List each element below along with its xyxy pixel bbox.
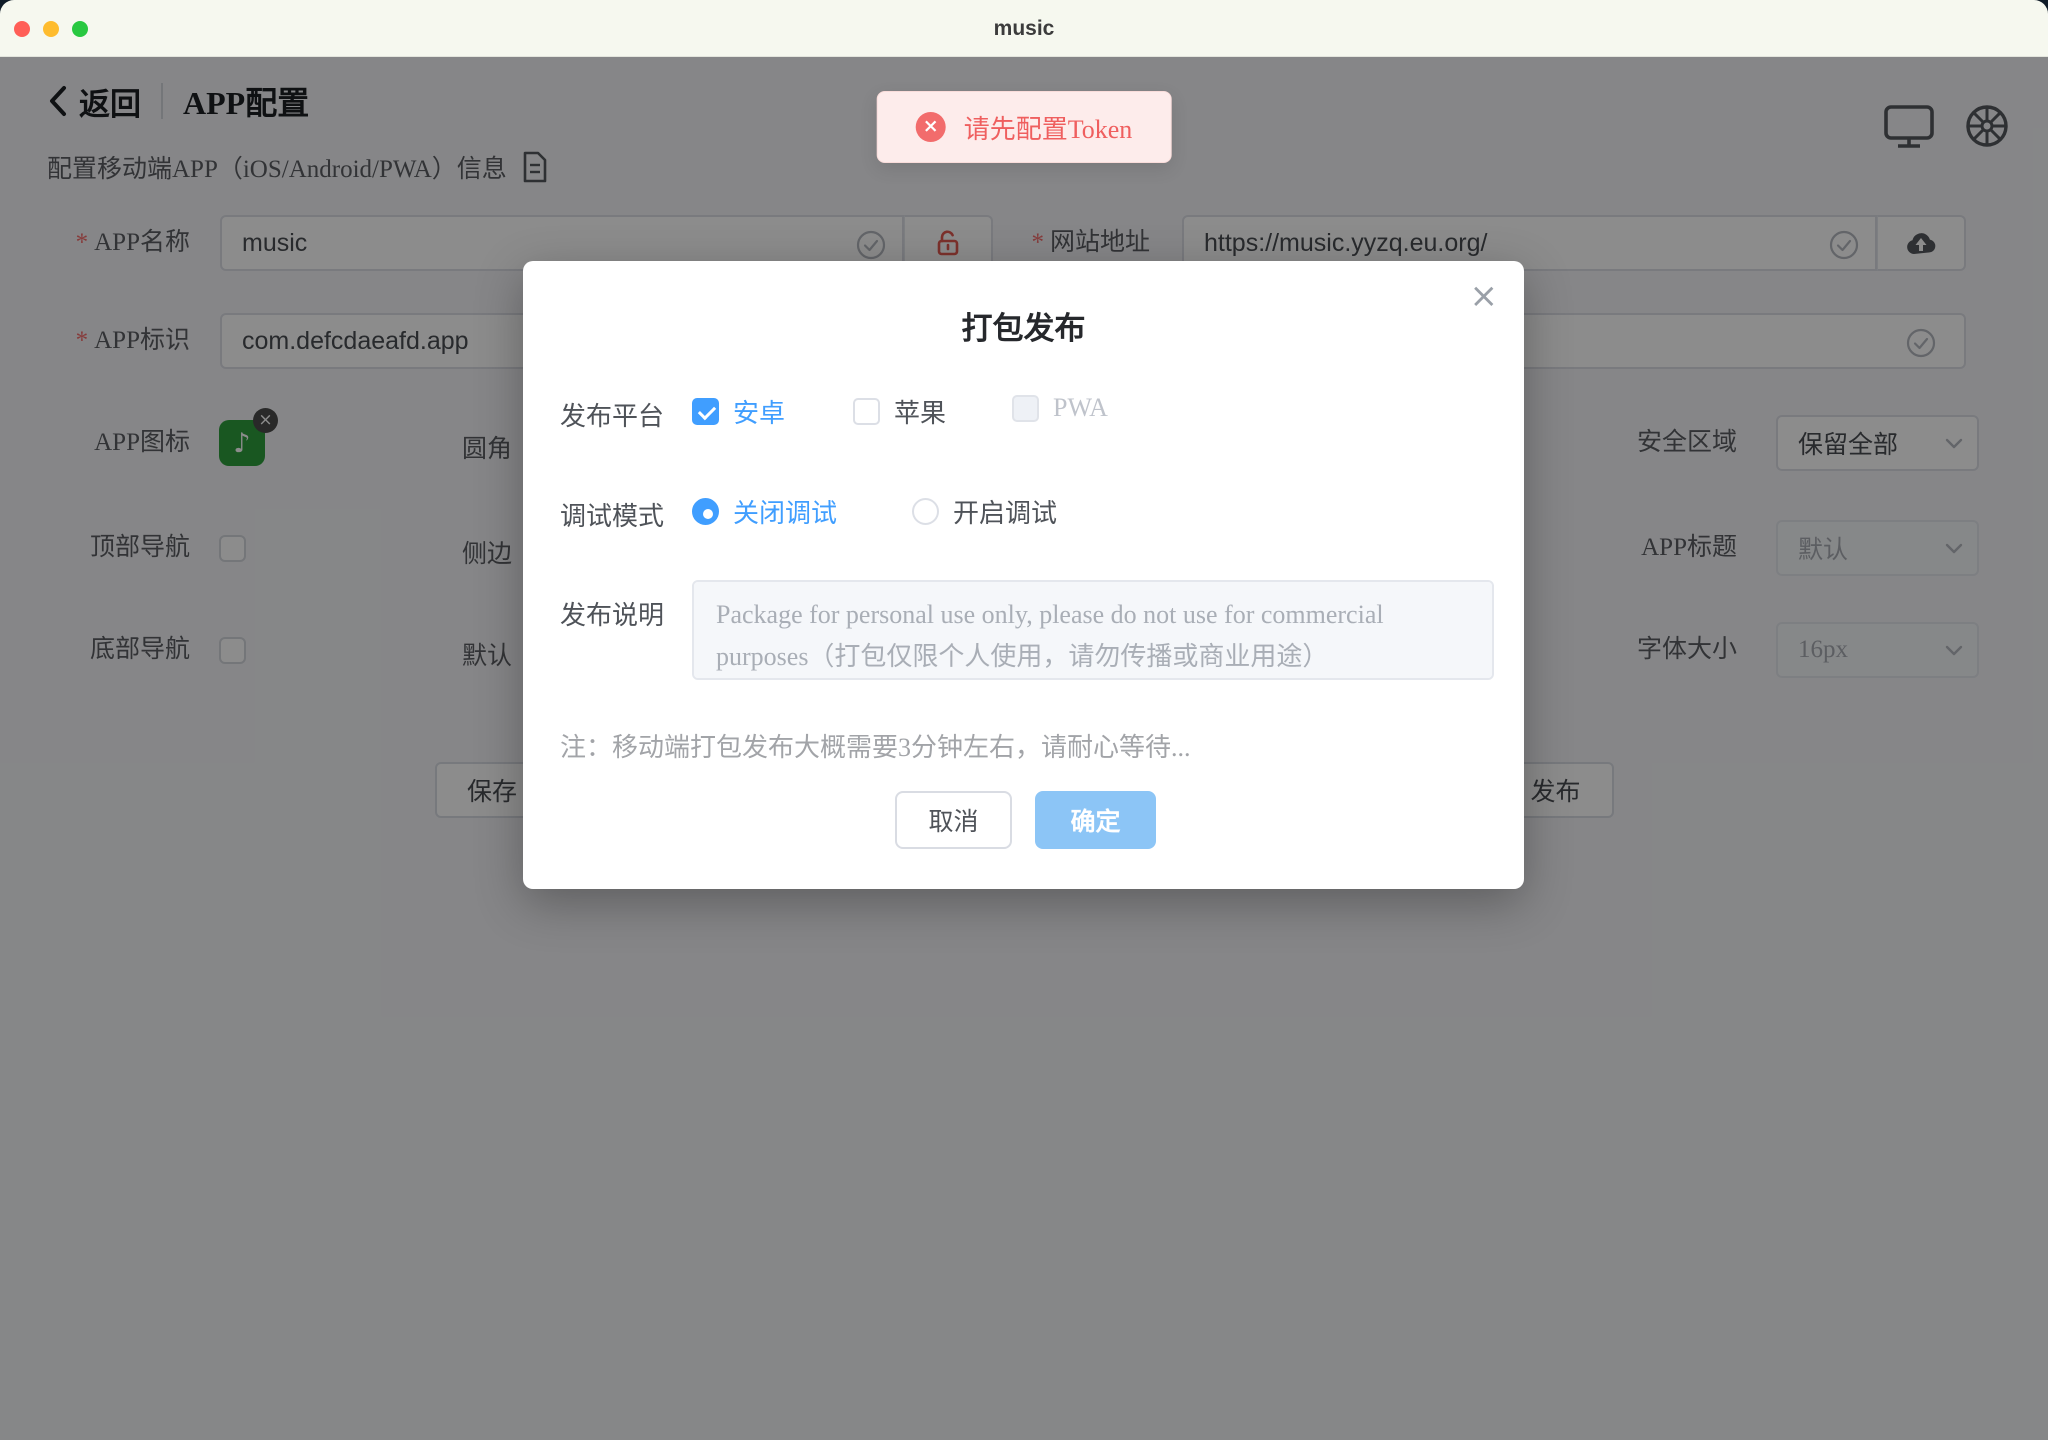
page-content: 返回 APP配置 配置移动端APP（iOS/Android/PWA）信息	[0, 57, 2048, 1440]
debug-label: 调试模式	[560, 496, 664, 533]
checkbox-checked-icon[interactable]	[692, 398, 719, 425]
error-icon: ×	[916, 112, 946, 142]
confirm-button[interactable]: 确定	[1035, 791, 1156, 849]
toast-message: 请先配置Token	[964, 109, 1133, 146]
debug-option-off[interactable]: 关闭调试	[692, 493, 837, 530]
checkbox-disabled-icon	[1012, 395, 1039, 422]
platform-option-pwa: PWA	[1012, 393, 1108, 423]
platform-label: 发布平台	[560, 396, 664, 433]
platform-option-android[interactable]: 安卓	[692, 393, 785, 430]
dialog-title: 打包发布	[523, 303, 1524, 348]
radio-icon[interactable]	[912, 498, 939, 525]
platform-option-apple[interactable]: 苹果	[853, 393, 946, 430]
checkbox-icon[interactable]	[853, 398, 880, 425]
package-publish-dialog: × 打包发布 发布平台 安卓 苹果 PWA 调试模式 关闭调试	[523, 261, 1524, 889]
notes-textarea[interactable]	[692, 580, 1494, 680]
titlebar: music	[0, 0, 2048, 57]
error-toast: × 请先配置Token	[877, 91, 1172, 163]
cancel-button[interactable]: 取消	[895, 791, 1012, 849]
app-window: music 返回 APP配置 配置移动端APP（iOS/Android/PWA）…	[0, 0, 2048, 1440]
notes-label: 发布说明	[560, 595, 664, 632]
radio-selected-icon[interactable]	[692, 498, 719, 525]
dialog-hint: 注：移动端打包发布大概需要3分钟左右，请耐心等待...	[560, 727, 1191, 764]
debug-option-on[interactable]: 开启调试	[912, 493, 1057, 530]
window-title: music	[0, 0, 2048, 57]
